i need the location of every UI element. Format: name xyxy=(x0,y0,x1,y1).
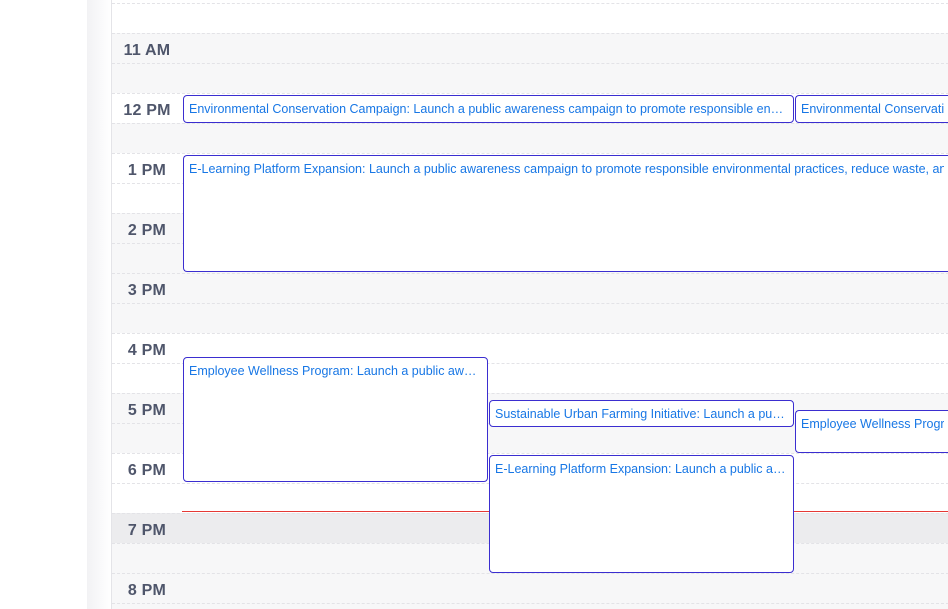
calendar-event[interactable]: Employee Wellness Program: Launch a publ… xyxy=(795,410,948,453)
hour-label-2pm: 2 PM xyxy=(127,222,167,239)
hour-label-5pm: 5 PM xyxy=(127,402,167,419)
slot-line xyxy=(112,33,948,34)
hour-label-1pm: 1 PM xyxy=(127,162,167,179)
event-title: Employee Wellness Program: Launch a publ… xyxy=(801,417,944,431)
slot-line xyxy=(112,153,948,154)
slot-line xyxy=(112,303,948,304)
day-timeline[interactable]: 11 AM 12 PM 1 PM 2 PM 3 PM 4 PM 5 PM 6 P… xyxy=(111,0,948,609)
hour-label-6pm: 6 PM xyxy=(127,462,167,479)
time-band xyxy=(112,33,948,63)
slot-line xyxy=(112,273,948,274)
calendar-event[interactable]: E-Learning Platform Expansion: Launch a … xyxy=(183,155,948,272)
sidebar xyxy=(0,0,87,609)
slot-line xyxy=(112,123,948,124)
event-title: E-Learning Platform Expansion: Launch a … xyxy=(189,162,944,176)
hour-label-7pm: 7 PM xyxy=(127,522,167,539)
time-band xyxy=(112,273,948,303)
time-band xyxy=(112,303,948,333)
hour-label-11am: 11 AM xyxy=(123,42,171,59)
calendar-event[interactable]: Sustainable Urban Farming Initiative: La… xyxy=(489,400,794,427)
calendar-event[interactable]: Environmental Conservation Campaign: Lau… xyxy=(795,95,948,123)
sidebar-shadow xyxy=(87,0,111,609)
event-title: E-Learning Platform Expansion: Launch a … xyxy=(495,462,788,476)
hour-label-4pm: 4 PM xyxy=(127,342,167,359)
calendar-event[interactable]: Environmental Conservation Campaign: Lau… xyxy=(183,95,794,123)
slot-line xyxy=(112,3,948,4)
calendar-event[interactable]: E-Learning Platform Expansion: Launch a … xyxy=(489,455,794,573)
event-title: Environmental Conservation Campaign: Lau… xyxy=(801,102,944,116)
time-band xyxy=(112,63,948,93)
time-band xyxy=(112,123,948,153)
event-title: Sustainable Urban Farming Initiative: La… xyxy=(495,407,788,421)
hour-label-3pm: 3 PM xyxy=(127,282,167,299)
calendar-page: 11 AM 12 PM 1 PM 2 PM 3 PM 4 PM 5 PM 6 P… xyxy=(0,0,948,609)
slot-line xyxy=(112,603,948,604)
hour-label-12pm: 12 PM xyxy=(123,102,171,119)
calendar-event[interactable]: Employee Wellness Program: Launch a publ… xyxy=(183,357,488,482)
event-title: Employee Wellness Program: Launch a publ… xyxy=(189,364,482,378)
hour-label-8pm: 8 PM xyxy=(127,582,167,599)
event-title: Environmental Conservation Campaign: Lau… xyxy=(189,102,788,116)
slot-line xyxy=(112,573,948,574)
slot-line xyxy=(112,63,948,64)
slot-line xyxy=(112,93,948,94)
slot-line xyxy=(112,333,948,334)
